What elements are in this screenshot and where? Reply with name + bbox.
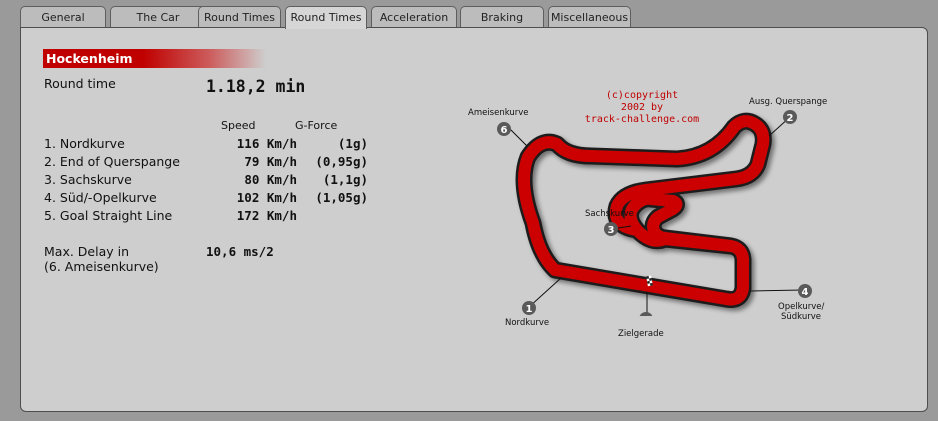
corner-name: 2. End of Querspange (44, 154, 180, 169)
round-time-value: 1.18,2 min (206, 77, 306, 96)
copyright-line-1: (c)copyright (605, 90, 679, 101)
max-delay-sublabel: (6. Ameisenkurve) (44, 259, 159, 274)
label-zielgerade: Zielgerade (618, 329, 664, 339)
marker-2-number: 2 (787, 113, 794, 124)
marker-6-number: 6 (501, 125, 508, 136)
corner-speed: 116 Km/h (236, 136, 297, 151)
label-sachskurve: Sachskurve (585, 209, 634, 219)
gforce-header: G-Force (295, 119, 338, 132)
max-delay-value: 10,6 ms/2 (206, 244, 274, 259)
tab-braking[interactable]: Braking (460, 6, 544, 27)
track-surface (518, 115, 770, 306)
copyright-line-3: track-challenge.com (584, 114, 700, 125)
copyright-line-2: 2002 by (620, 102, 664, 113)
tab-miscellaneous[interactable]: Miscellaneous (548, 6, 631, 27)
corner-name: 3. Sachskurve (44, 172, 132, 187)
tab-round-times-2[interactable]: Round Times (285, 6, 367, 29)
corner-row: 2. End of Querspange 79 Km/h (0,95g) (44, 154, 368, 172)
round-times-panel: Hockenheim Round time 1.18,2 min Speed G… (20, 27, 928, 412)
label-opelkurve: Opelkurve/ (778, 302, 825, 312)
tab-general[interactable]: General (20, 6, 106, 27)
marker-4-number: 4 (802, 287, 809, 298)
copyright-notice: (c)copyright 2002 by track-challenge.com (567, 90, 717, 126)
corner-name: 1. Nordkurve (44, 136, 125, 151)
label-nordkurve: Nordkurve (505, 318, 550, 328)
label-ameisenkurve: Ameisenkurve (468, 108, 529, 118)
corner-name: 5. Goal Straight Line (44, 208, 173, 223)
corner-row: 4. Süd/-Opelkurve 102 Km/h (1,05g) (44, 190, 368, 208)
marker-1-number: 1 (526, 304, 533, 315)
marker-3-number: 3 (608, 225, 615, 236)
track-name-banner: Hockenheim (43, 49, 266, 68)
corner-speed: 102 Km/h (236, 190, 297, 205)
corner-gforce: (1,1g) (322, 172, 368, 187)
label-querspange: Ausg. Querspange (749, 97, 828, 107)
tab-the-car[interactable]: The Car (110, 6, 206, 27)
corner-row: 3. Sachskurve 80 Km/h (1,1g) (44, 172, 368, 190)
corner-speed: 79 Km/h (244, 154, 297, 169)
track-map: 6 2 3 4 5 1 (c)copyright 2002 by track-c… (401, 56, 827, 339)
corner-row: 1. Nordkurve 116 Km/h (1g) (44, 136, 368, 154)
corner-speed: 80 Km/h (244, 172, 297, 187)
corner-row: 5. Goal Straight Line 172 Km/h (44, 208, 364, 226)
tab-acceleration[interactable]: Acceleration (371, 6, 457, 27)
round-time-label: Round time (44, 76, 116, 91)
corner-gforce: (0,95g) (315, 154, 368, 169)
corner-speed: 172 Km/h (236, 208, 297, 223)
speed-header: Speed (221, 119, 256, 132)
tab-round-times-1[interactable]: Round Times (198, 6, 281, 27)
max-delay-label: Max. Delay in (44, 244, 130, 259)
corner-gforce: (1,05g) (315, 190, 368, 205)
marker-5-number: 5 (643, 315, 650, 316)
corner-name: 4. Süd/-Opelkurve (44, 190, 157, 205)
label-suedkurve: Südkurve (781, 312, 821, 322)
corner-gforce: (1g) (337, 136, 368, 151)
